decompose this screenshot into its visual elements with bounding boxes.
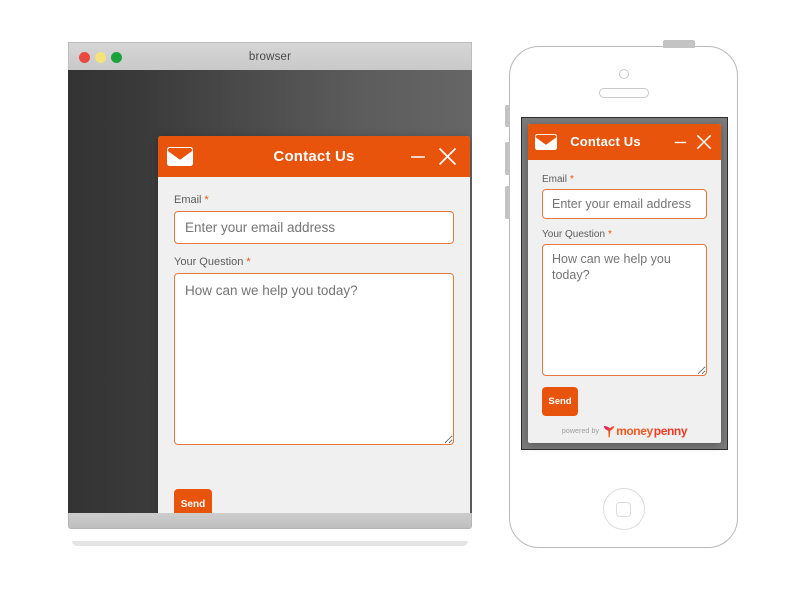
minimize-icon[interactable]: [674, 136, 687, 149]
home-button-icon[interactable]: [602, 488, 645, 530]
mute-switch-icon[interactable]: [505, 105, 510, 127]
screenshot-canvas: browser Contact Us Email * Enter your em…: [0, 0, 800, 600]
browser-titlebar: browser: [68, 42, 472, 70]
earpiece-speaker-icon: [598, 88, 649, 98]
question-label-row: Your Question *: [174, 256, 454, 268]
widget-body: Email * Your Question * Send powered: [158, 177, 470, 513]
close-icon[interactable]: [696, 134, 712, 150]
widget-body-mobile: Email * Your Question * Send powered: [528, 160, 721, 443]
close-dot[interactable]: [79, 52, 90, 63]
question-textarea-mobile[interactable]: [542, 244, 707, 376]
brand-text-second: penny: [653, 424, 688, 438]
send-button[interactable]: Send: [174, 489, 212, 513]
home-button-square: [616, 501, 631, 517]
phone-device: Contact Us Email * Enter your email addr…: [505, 40, 738, 548]
question-textarea[interactable]: [174, 273, 454, 445]
powered-by-text: powered by: [561, 427, 600, 435]
zoom-dot[interactable]: [111, 52, 122, 63]
browser-window-shadow: [72, 541, 468, 546]
minimize-icon[interactable]: [410, 149, 426, 165]
widget-window-controls: [410, 147, 457, 166]
field-spacer: [174, 244, 454, 256]
question-label: Your Question: [174, 256, 244, 268]
volume-up-icon[interactable]: [505, 142, 510, 175]
question-required-marker: *: [608, 229, 612, 240]
brand-text-first: money: [616, 424, 653, 438]
email-label-row: Email *: [174, 194, 454, 206]
power-button-icon[interactable]: [663, 40, 695, 48]
email-label-row-mobile: Email *: [542, 174, 707, 185]
widget-header-mobile: Contact Us: [528, 124, 721, 160]
question-label: Your Question: [542, 229, 606, 240]
widget-window-controls-mobile: [674, 134, 712, 150]
field-spacer-mobile: [542, 219, 707, 229]
email-label: Email: [542, 174, 568, 185]
send-button-row: Send: [174, 489, 454, 513]
volume-down-icon[interactable]: [505, 186, 510, 219]
email-input[interactable]: [174, 211, 454, 244]
contact-widget-desktop: Contact Us Email * Enter your email addr…: [158, 136, 470, 513]
bird-logo-icon: [603, 425, 615, 437]
email-required-marker: *: [570, 174, 574, 185]
email-input-mobile[interactable]: [542, 189, 707, 219]
powered-by-footer-mobile: powered by money penny: [542, 424, 707, 443]
minimize-dot[interactable]: [95, 52, 106, 63]
browser-viewport: Contact Us Email * Enter your email addr…: [68, 70, 472, 513]
browser-window-title: browser: [248, 50, 292, 63]
close-icon[interactable]: [438, 147, 457, 166]
question-required-marker: *: [246, 256, 251, 268]
question-label-row-mobile: Your Question *: [542, 229, 707, 240]
traffic-lights: [79, 52, 122, 63]
send-button-mobile[interactable]: Send: [542, 387, 578, 416]
email-label: Email: [174, 194, 202, 206]
email-required-marker: *: [204, 194, 209, 206]
widget-title-mobile: Contact Us: [570, 134, 641, 149]
contact-widget-mobile: Contact Us Email * Enter your email addr…: [528, 124, 721, 443]
widget-header: Contact Us: [158, 136, 470, 177]
send-button-row-mobile: Send: [542, 387, 707, 416]
front-camera-icon: [618, 69, 629, 79]
phone-screen: Contact Us Email * Enter your email addr…: [521, 117, 728, 450]
moneypenny-logo: money penny: [603, 424, 688, 438]
browser-window-foot: [68, 513, 472, 529]
browser-window: browser Contact Us Email * Enter your em…: [68, 42, 472, 546]
